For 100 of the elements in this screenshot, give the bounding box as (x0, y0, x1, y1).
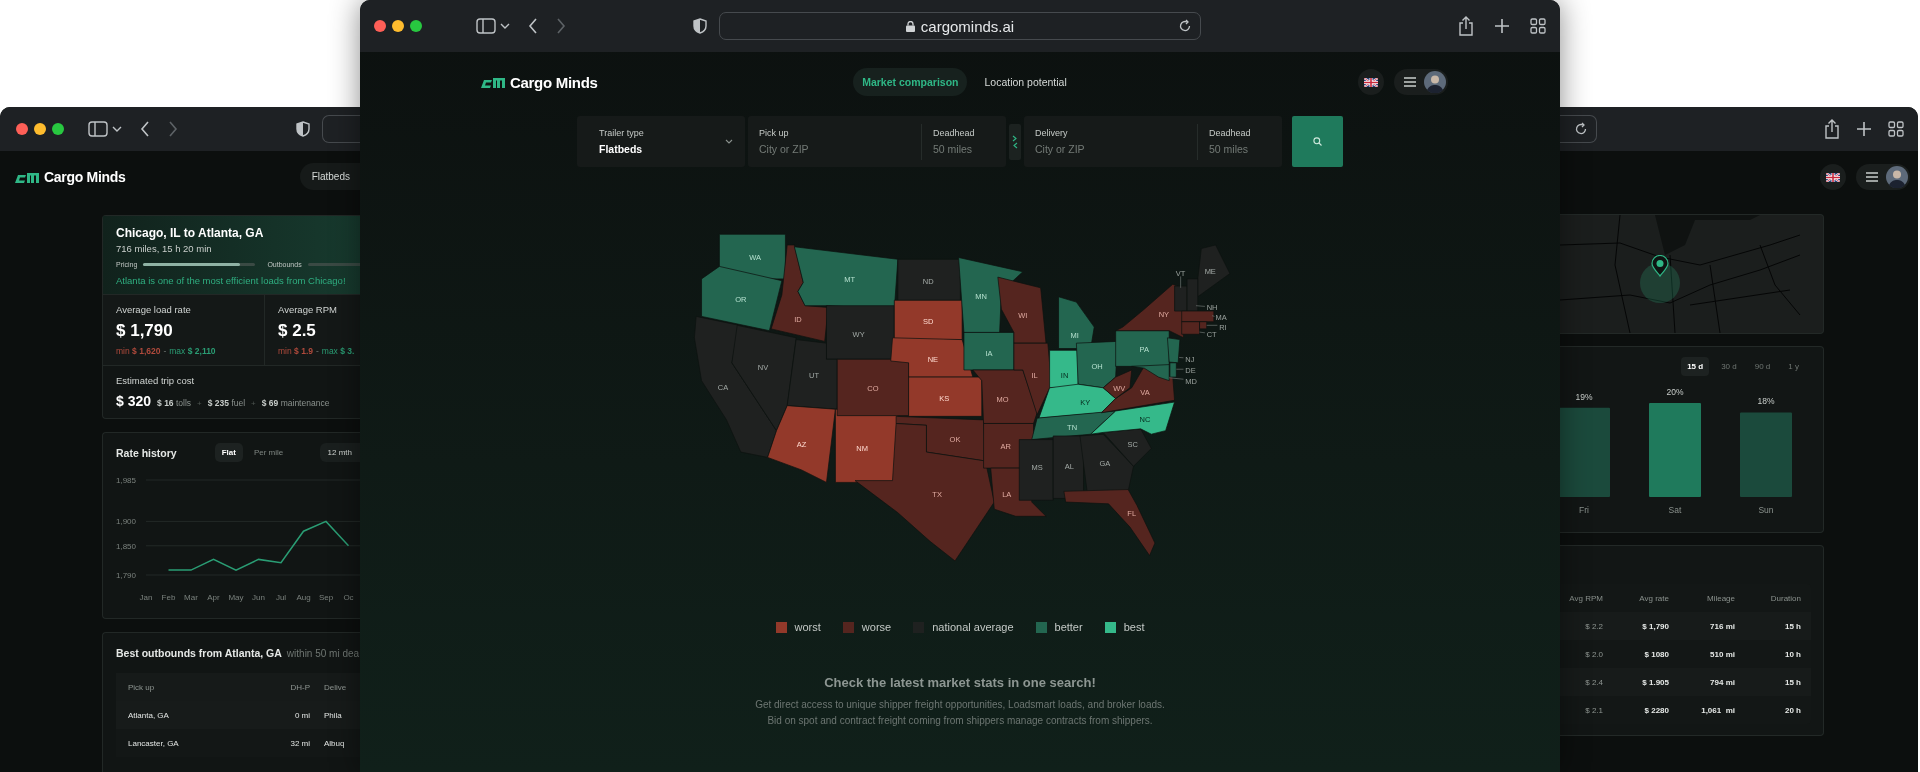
shield-icon[interactable] (693, 18, 707, 34)
table-cell-text: $ 2.2 (1584, 621, 1603, 631)
sidebar-icon[interactable] (88, 121, 108, 137)
cost-part: $ 16 tolls (157, 398, 192, 408)
leader-line (1211, 315, 1215, 317)
nav-tab[interactable]: Location potential (975, 68, 1076, 96)
field-value: Flatbeds (599, 143, 644, 155)
user-menu-button[interactable] (1394, 69, 1448, 95)
back-icon[interactable] (140, 121, 150, 137)
shield-icon[interactable] (296, 121, 310, 137)
reload-icon[interactable] (1574, 122, 1588, 136)
close-window-button[interactable] (16, 123, 28, 135)
state-label: MD (1185, 376, 1197, 386)
axis-label: 1,985 (116, 476, 137, 485)
column-header: Delive (324, 682, 347, 692)
tab[interactable]: Flat (214, 443, 243, 462)
state-label: WI (1018, 311, 1028, 321)
state-shape[interactable] (1031, 410, 1116, 440)
language-button[interactable] (1820, 164, 1846, 190)
close-window-button[interactable] (374, 20, 386, 32)
period-dropdown[interactable]: 12 mth (319, 443, 360, 462)
table-cell-text: 32 mi (289, 738, 310, 748)
forward-icon[interactable] (168, 121, 178, 137)
field-label: Delivery (1035, 128, 1069, 138)
minimize-window-button[interactable] (392, 20, 404, 32)
column-header: Avg rate (1638, 593, 1669, 603)
field-label: Deadhead (1209, 128, 1252, 138)
state-label: CT (1206, 330, 1217, 340)
period-tab[interactable]: 15 d (1681, 357, 1710, 376)
state-shape[interactable] (1013, 342, 1052, 415)
state-label: NE (927, 354, 939, 364)
table-cell-text: $ 2280 (1643, 705, 1669, 715)
state-label: ND (922, 277, 934, 287)
back-icon[interactable] (528, 18, 538, 34)
state-label: NH (1206, 303, 1218, 313)
swap-arrows-icon (1012, 134, 1018, 149)
axis-label: 1,850 (116, 541, 137, 551)
tab[interactable]: Per mile (246, 443, 291, 462)
tabs-grid-icon[interactable] (1888, 121, 1904, 137)
leader-line (1180, 276, 1181, 289)
table-cell-text: $ 1080 (1643, 649, 1669, 659)
plus-icon[interactable] (1494, 18, 1510, 34)
state-label: IA (985, 348, 993, 358)
logo-text: Cargo Minds (510, 73, 598, 91)
column-header: Avg RPM (1568, 593, 1603, 603)
state-label: MT (844, 275, 856, 285)
trailer-type-select[interactable]: Trailer type Flatbeds (577, 116, 745, 167)
state-shape[interactable] (1102, 369, 1133, 399)
legend-label: worse (861, 621, 892, 633)
share-icon[interactable] (1458, 16, 1474, 36)
state-shape[interactable] (1102, 428, 1152, 467)
state-label: VA (1140, 387, 1150, 397)
stat-value: $ 1,790 (116, 321, 174, 341)
period-tab[interactable]: 90 d (1748, 357, 1777, 376)
pickup-input[interactable]: City or ZIP (759, 143, 910, 155)
state-label: WV (1113, 383, 1126, 393)
state-shape[interactable] (1101, 366, 1175, 414)
axis-label: Mar (184, 593, 198, 602)
state-label: RI (1219, 322, 1227, 332)
zoom-window-button[interactable] (52, 123, 64, 135)
plus-icon[interactable] (1856, 121, 1872, 137)
state-label: MA (1215, 312, 1227, 322)
state-label: LA (1002, 490, 1012, 500)
table-cell-text: 794 mi (1709, 677, 1735, 687)
zoom-window-button[interactable] (410, 20, 422, 32)
address-bar[interactable]: cargominds.ai (719, 12, 1201, 40)
state-label: NV (757, 362, 769, 372)
deadhead-input[interactable]: 50 miles (933, 143, 995, 155)
meter-track (307, 263, 360, 266)
nav-tab[interactable]: Market comparison (853, 68, 968, 96)
reload-icon[interactable] (1178, 19, 1192, 33)
axis-label: Apr (207, 593, 220, 602)
state-label: GA (1099, 459, 1111, 469)
state-label: CO (867, 384, 879, 394)
chevron-down-icon[interactable] (112, 125, 122, 133)
state-shape[interactable] (1090, 401, 1175, 435)
minimize-window-button[interactable] (34, 123, 46, 135)
state-label: FL (1127, 509, 1137, 519)
state-label: OR (735, 294, 747, 304)
leader-line (1168, 377, 1184, 380)
swap-button[interactable] (1009, 123, 1021, 160)
chevron-down-icon[interactable] (500, 22, 510, 30)
column-header: Pick up (128, 682, 156, 692)
trailer-type-dropdown[interactable]: Flatbeds (299, 163, 360, 190)
location-pin-icon (1651, 255, 1669, 277)
deadhead-input[interactable]: 50 miles (1209, 143, 1271, 155)
user-menu-button[interactable] (1856, 164, 1910, 190)
state-label: SC (1127, 440, 1138, 450)
language-button[interactable] (1358, 69, 1384, 95)
delivery-input[interactable]: City or ZIP (1035, 143, 1186, 155)
forward-icon[interactable] (556, 18, 566, 34)
table-cell: Phila (324, 710, 342, 720)
tabs-grid-icon[interactable] (1530, 18, 1546, 34)
axis-label: Feb (161, 593, 176, 602)
share-icon[interactable] (1824, 119, 1840, 139)
period-tab[interactable]: 30 d (1715, 357, 1743, 376)
table-cell-text: 20 h (1784, 705, 1801, 715)
address-text: cargominds.ai (920, 17, 1015, 35)
period-tab[interactable]: 1 y (1782, 357, 1805, 376)
sidebar-icon[interactable] (476, 18, 496, 34)
